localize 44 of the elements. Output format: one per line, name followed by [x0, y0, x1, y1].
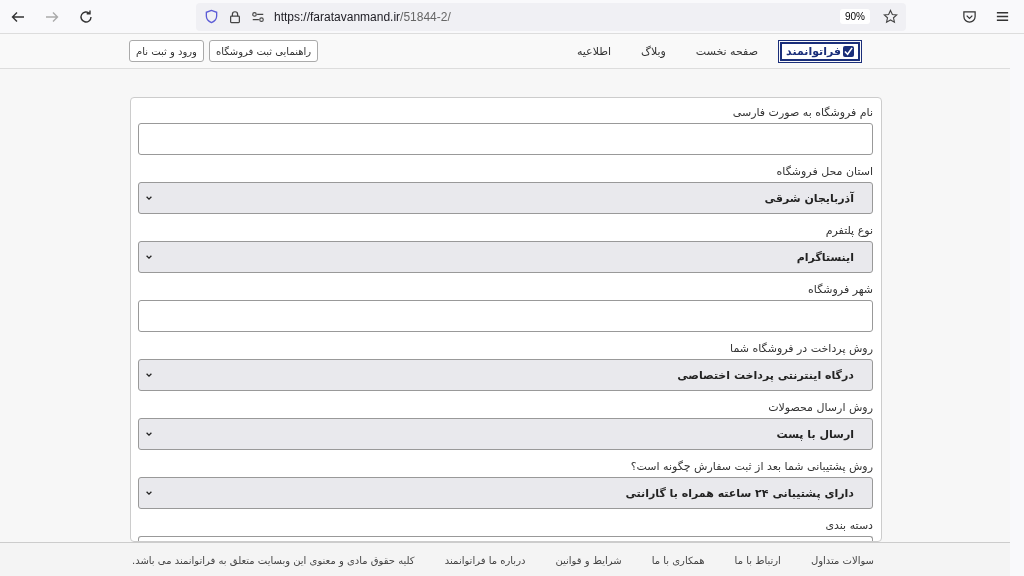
- header-button[interactable]: راهنمایی ثبت فروشگاه: [208, 40, 319, 62]
- text-input[interactable]: [138, 123, 873, 155]
- footer-link[interactable]: سوالات متداول: [810, 554, 874, 566]
- menu-icon[interactable]: [995, 9, 1010, 24]
- chevron-icon: [145, 489, 153, 497]
- nav-link[interactable]: صفحه نخست: [695, 44, 759, 58]
- header-button[interactable]: ورود و ثبت نام: [129, 40, 204, 62]
- copyright-text: کلیه حقوق مادی و معنوی این وبسایت متعلق به فراتوانمند می باشد.: [132, 554, 415, 566]
- select-dropdown[interactable]: ارسال با پست: [138, 418, 873, 450]
- chevron-icon: [145, 430, 153, 438]
- field-label: روش پرداخت در فروشگاه شما: [730, 342, 873, 355]
- zoom-level[interactable]: 90%: [840, 9, 870, 24]
- chevron-icon: [145, 253, 153, 261]
- url-text[interactable]: https://faratavanmand.ir/51844-2/: [274, 9, 451, 24]
- field-label: نام فروشگاه به صورت فارسی: [732, 106, 873, 119]
- field-label: روش پشتیبانی شما بعد از ثبت سفارش چگونه است؟: [630, 460, 873, 473]
- chevron-icon: [145, 194, 153, 202]
- select-dropdown[interactable]: اینستاگرام: [138, 241, 873, 273]
- select-dropdown[interactable]: درگاه اینترنتی پرداخت اختصاصی: [138, 359, 873, 391]
- text-input[interactable]: [138, 300, 873, 332]
- footer-link[interactable]: ارتباط با ما: [734, 554, 781, 566]
- chevron-icon: [145, 371, 153, 379]
- field-label: شهر فروشگاه: [808, 283, 873, 296]
- logo-text: فراتوانمند: [786, 44, 841, 58]
- footer-link[interactable]: شرایط و قوانین: [555, 554, 622, 566]
- shield-icon[interactable]: [204, 9, 219, 24]
- nav-link[interactable]: اطلاعیه: [576, 44, 612, 58]
- field-label: روش ارسال محصولات: [768, 401, 873, 414]
- check-icon: [843, 45, 854, 57]
- footer-link[interactable]: همکاری با ما: [651, 554, 705, 566]
- lock-icon[interactable]: [228, 9, 242, 24]
- select-dropdown[interactable]: دارای پشتیبانی ۲۴ ساعته همراه با گارانتی: [138, 477, 873, 509]
- field-label: نوع پلتفرم: [825, 224, 873, 237]
- text-input[interactable]: [138, 536, 873, 541]
- permissions-icon[interactable]: [251, 9, 265, 24]
- select-dropdown[interactable]: آذربایجان شرقی: [138, 182, 873, 214]
- footer-link[interactable]: درباره ما فراتوانمند: [444, 554, 526, 566]
- nav-link[interactable]: وبلاگ: [641, 44, 666, 58]
- field-label: دسته بندی: [825, 519, 873, 532]
- reload-icon[interactable]: [78, 8, 94, 25]
- field-label: استان محل فروشگاه: [776, 165, 873, 178]
- pocket-icon[interactable]: [962, 9, 977, 24]
- site-logo[interactable]: فراتوانمند: [780, 41, 860, 61]
- star-icon[interactable]: [883, 9, 898, 24]
